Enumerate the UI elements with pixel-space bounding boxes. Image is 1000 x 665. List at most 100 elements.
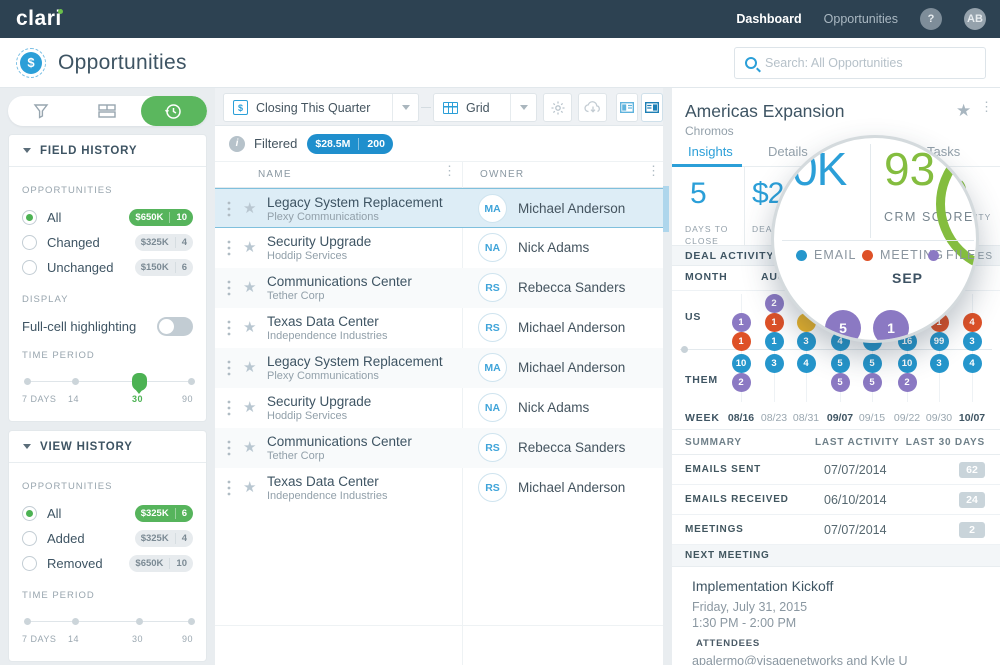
radio-option-removed[interactable]: Removed$650K10 bbox=[22, 551, 193, 576]
activity-bubble[interactable]: 2 bbox=[898, 373, 917, 392]
nav-item-dashboard[interactable]: Dashboard bbox=[736, 12, 801, 26]
activity-bubble[interactable]: 2 bbox=[765, 294, 784, 313]
table-row[interactable]: ★Communications CenterTether CorpRSRebec… bbox=[215, 268, 663, 308]
slider-stop[interactable] bbox=[24, 378, 31, 385]
drag-handle-icon[interactable] bbox=[227, 400, 231, 421]
avatar[interactable]: AB bbox=[964, 8, 986, 30]
activity-bubble[interactable]: 1 bbox=[732, 313, 751, 332]
detail-menu-icon[interactable]: ⋮ bbox=[980, 102, 993, 112]
slider-stop[interactable] bbox=[188, 378, 195, 385]
opportunity-name: Security Upgrade bbox=[267, 394, 371, 409]
star-icon[interactable]: ★ bbox=[243, 199, 256, 217]
view-history-header[interactable]: VIEW HISTORY bbox=[9, 431, 206, 463]
activity-bubble[interactable]: 3 bbox=[765, 354, 784, 373]
drag-handle-icon[interactable] bbox=[227, 240, 231, 261]
radio-icon[interactable] bbox=[22, 556, 37, 571]
drag-handle-icon[interactable] bbox=[227, 280, 231, 301]
activity-bubble[interactable]: 5 bbox=[863, 373, 882, 392]
settings-button[interactable] bbox=[543, 93, 572, 122]
activity-bubble[interactable]: 5 bbox=[831, 373, 850, 392]
radio-option-unchanged[interactable]: Unchanged$150K6 bbox=[22, 255, 193, 280]
activity-bubble[interactable]: 99 bbox=[930, 332, 949, 351]
radio-label: All bbox=[47, 506, 61, 521]
slider-stop[interactable] bbox=[24, 618, 31, 625]
field-history-time-slider[interactable]: 7 DAYS143090 bbox=[22, 373, 193, 407]
table-row[interactable]: ★Security UpgradeHoddip ServicesNANick A… bbox=[215, 228, 663, 268]
grid-scrollbar-thumb[interactable] bbox=[663, 186, 669, 232]
name-column-menu-icon[interactable]: ⋮ bbox=[443, 166, 456, 176]
company-name: Independence Industries bbox=[267, 330, 387, 342]
activity-bubble[interactable]: 10 bbox=[732, 354, 751, 373]
activity-bubble[interactable]: 1 bbox=[765, 332, 784, 351]
star-icon[interactable]: ★ bbox=[243, 278, 256, 296]
layout-selector-dropdown[interactable]: Grid bbox=[433, 93, 537, 122]
activity-bubble[interactable]: 4 bbox=[963, 354, 982, 373]
nav-item-opportunities[interactable]: Opportunities bbox=[824, 12, 898, 26]
drag-handle-icon[interactable] bbox=[227, 201, 231, 222]
table-row[interactable]: ★Security UpgradeHoddip ServicesNANick A… bbox=[215, 388, 663, 428]
drag-handle-icon[interactable] bbox=[227, 360, 231, 381]
view-history-time-slider[interactable]: 7 DAYS143090 bbox=[22, 613, 193, 647]
star-icon[interactable]: ★ bbox=[243, 318, 256, 336]
activity-bubble[interactable]: 4 bbox=[963, 313, 982, 332]
tab-insights[interactable]: Insights bbox=[688, 144, 733, 159]
slider-handle[interactable] bbox=[132, 373, 147, 391]
star-icon[interactable]: ★ bbox=[243, 398, 256, 416]
activity-bubble[interactable]: 5 bbox=[863, 354, 882, 373]
drag-handle-icon[interactable] bbox=[227, 440, 231, 461]
activity-bubble[interactable]: 2 bbox=[732, 373, 751, 392]
info-icon[interactable]: i bbox=[229, 136, 245, 152]
export-button[interactable] bbox=[578, 93, 607, 122]
activity-bubble[interactable]: 3 bbox=[797, 332, 816, 351]
company-name: Plexy Communications bbox=[267, 370, 379, 382]
activity-bubble[interactable]: 1 bbox=[765, 313, 784, 332]
star-icon[interactable]: ★ bbox=[243, 358, 256, 376]
activity-bubble[interactable]: 10 bbox=[898, 354, 917, 373]
column-header-owner[interactable]: OWNER bbox=[480, 169, 524, 180]
view-selector-dropdown[interactable]: $ Closing This Quarter bbox=[223, 93, 419, 122]
tab-history[interactable] bbox=[141, 96, 207, 126]
drag-handle-icon[interactable] bbox=[227, 320, 231, 341]
page-header: $ Opportunities bbox=[0, 38, 1000, 88]
activity-bubble[interactable]: 1 bbox=[732, 332, 751, 351]
table-row[interactable]: ★Communications CenterTether CorpRSRebec… bbox=[215, 428, 663, 468]
layout-right-toggle[interactable] bbox=[641, 93, 663, 122]
full-cell-highlighting-toggle[interactable] bbox=[157, 317, 193, 336]
activity-bubble[interactable]: 5 bbox=[831, 354, 850, 373]
tab-filters[interactable] bbox=[8, 96, 74, 126]
table-row[interactable]: ★Texas Data CenterIndependence Industrie… bbox=[215, 308, 663, 348]
clari-logo[interactable]: clari bbox=[16, 7, 62, 31]
layout-left-toggle[interactable] bbox=[616, 93, 638, 122]
radio-option-all[interactable]: All$325K6 bbox=[22, 501, 193, 526]
search-box[interactable] bbox=[734, 47, 986, 79]
star-icon[interactable]: ★ bbox=[243, 478, 256, 496]
radio-icon[interactable] bbox=[22, 235, 37, 250]
column-header-name[interactable]: NAME bbox=[258, 169, 292, 180]
slider-stop[interactable] bbox=[72, 378, 79, 385]
table-row[interactable]: ★Texas Data CenterIndependence Industrie… bbox=[215, 468, 663, 508]
radio-option-all[interactable]: All$650K10 bbox=[22, 205, 193, 230]
favorite-star-icon[interactable]: ★ bbox=[956, 101, 971, 121]
slider-stop[interactable] bbox=[188, 618, 195, 625]
table-row[interactable]: ★Legacy System ReplacementPlexy Communic… bbox=[215, 188, 663, 228]
radio-icon[interactable] bbox=[22, 531, 37, 546]
field-history-header[interactable]: FIELD HISTORY bbox=[9, 135, 206, 167]
radio-option-changed[interactable]: Changed$325K4 bbox=[22, 230, 193, 255]
radio-option-added[interactable]: Added$325K4 bbox=[22, 526, 193, 551]
radio-icon[interactable] bbox=[22, 260, 37, 275]
radio-icon[interactable] bbox=[22, 210, 37, 225]
activity-bubble[interactable]: 3 bbox=[930, 354, 949, 373]
star-icon[interactable]: ★ bbox=[243, 438, 256, 456]
slider-stop[interactable] bbox=[72, 618, 79, 625]
owner-column-menu-icon[interactable]: ⋮ bbox=[647, 166, 660, 176]
activity-bubble[interactable]: 3 bbox=[963, 332, 982, 351]
star-icon[interactable]: ★ bbox=[243, 238, 256, 256]
tab-columns[interactable] bbox=[74, 96, 140, 126]
table-row[interactable]: ★Legacy System ReplacementPlexy Communic… bbox=[215, 348, 663, 388]
slider-stop[interactable] bbox=[136, 618, 143, 625]
search-input[interactable] bbox=[765, 56, 985, 70]
drag-handle-icon[interactable] bbox=[227, 480, 231, 501]
radio-icon[interactable] bbox=[22, 506, 37, 521]
activity-bubble[interactable]: 4 bbox=[797, 354, 816, 373]
help-icon[interactable]: ? bbox=[920, 8, 942, 30]
